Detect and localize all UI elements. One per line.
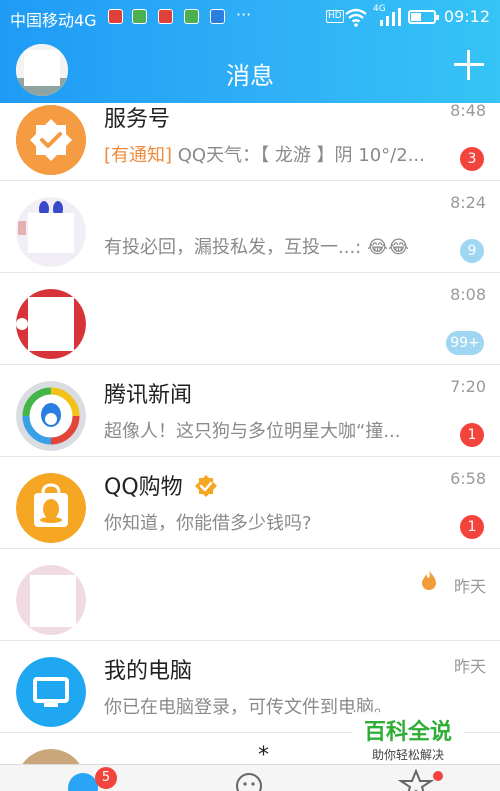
new-dot (433, 771, 443, 781)
carrier-label: 中国移动4G (10, 11, 97, 30)
conversation-item[interactable]: 有投必回，漏投私发，互投一...: 😂😂 8:24 9 (0, 181, 500, 273)
verified-icon (194, 475, 217, 497)
preview-text: QQ天气：【 龙游 】阴 10°/2... (172, 145, 425, 166)
avatar (16, 105, 86, 175)
wifi-icon (345, 8, 367, 27)
conversation-preview: 你知道，你能借多少钱吗? (104, 513, 312, 534)
notification-icon (184, 9, 199, 24)
unread-badge: 1 (460, 423, 484, 447)
conversation-item[interactable]: 8:08 99+ (0, 273, 500, 365)
conversation-preview: 有投必回，漏投私发，互投一...: 😂😂 (104, 237, 410, 258)
avatar (16, 381, 86, 451)
conversation-time: 昨天 (453, 657, 486, 676)
clock: 09:12 (443, 7, 490, 26)
unread-badge: 99+ (446, 331, 484, 355)
conversation-preview: 你已在电脑登录，可传文件到电脑。 (104, 697, 392, 718)
hd-icon: HD (326, 10, 344, 23)
watermark-title: 百科全说 (363, 720, 452, 745)
watermark-subtitle: 助你轻松解决 (371, 748, 444, 762)
conversation-name-text: QQ购物 (104, 475, 183, 500)
monitor-icon (16, 657, 86, 727)
plus-icon[interactable] (454, 50, 484, 80)
signal-icon (380, 8, 401, 26)
avatar (16, 657, 86, 727)
unread-badge: 1 (460, 515, 484, 539)
avatar (16, 197, 86, 267)
contacts-tab-icon[interactable] (234, 771, 264, 791)
app-header: 中国移动4G ··· HD 4G 09:12 消息 (0, 0, 500, 103)
unread-badge: 3 (460, 147, 484, 171)
page-title: 消息 (226, 62, 274, 90)
more-notifications: ··· (236, 5, 252, 24)
status-bar: 中国移动4G ··· HD 4G 09:12 (0, 0, 500, 34)
notice-tag: [有通知] (104, 145, 173, 166)
conversation-time: 6:58 (450, 469, 486, 488)
unread-badge: 9 (460, 239, 484, 263)
conversation-name: QQ购物 (104, 469, 218, 501)
notification-icon (210, 9, 225, 24)
conversation-name: * (258, 743, 269, 764)
watermark: 百科全说 助你轻松解决 (352, 712, 464, 764)
conversation-item[interactable]: 腾讯新闻 超像人！这只狗与多位明星大咖“撞... 7:20 1 (0, 365, 500, 457)
conversation-time: 7:20 (450, 377, 486, 396)
conversation-name: 服务号 (104, 107, 171, 132)
avatar (16, 289, 86, 359)
conversation-time: 8:48 (450, 103, 486, 120)
notification-icon (158, 9, 173, 24)
messages-tab-icon[interactable] (68, 773, 98, 791)
conversation-time: 8:08 (450, 285, 486, 304)
avatar (16, 473, 86, 543)
conversation-item[interactable]: QQ购物 你知道，你能借多少钱吗? 6:58 1 (0, 457, 500, 549)
avatar (16, 565, 86, 635)
messages-badge: 5 (95, 767, 117, 789)
conversation-item[interactable]: 昨天 (0, 549, 500, 641)
conversation-list: 服务号 [有通知] QQ天气：【 龙游 】阴 10°/2... 8:48 3 有… (0, 103, 500, 764)
conversation-name: 我的电脑 (104, 659, 193, 684)
conversation-name: 腾讯新闻 (104, 383, 193, 408)
notification-icon (108, 9, 123, 24)
notification-icon (132, 9, 147, 24)
bottom-nav: 5 (0, 764, 500, 791)
star-tab-icon[interactable] (398, 769, 434, 791)
conversation-preview: 超像人！这只狗与多位明星大咖“撞... (104, 421, 401, 442)
avatar (16, 749, 86, 764)
fire-icon (422, 570, 436, 590)
conversation-item[interactable]: 服务号 [有通知] QQ天气：【 龙游 】阴 10°/2... 8:48 3 (0, 103, 500, 181)
conversation-time: 8:24 (450, 193, 486, 212)
battery-icon (408, 10, 439, 24)
conversation-preview: [有通知] QQ天气：【 龙游 】阴 10°/2... (104, 141, 425, 167)
conversation-time: 昨天 (453, 577, 486, 596)
